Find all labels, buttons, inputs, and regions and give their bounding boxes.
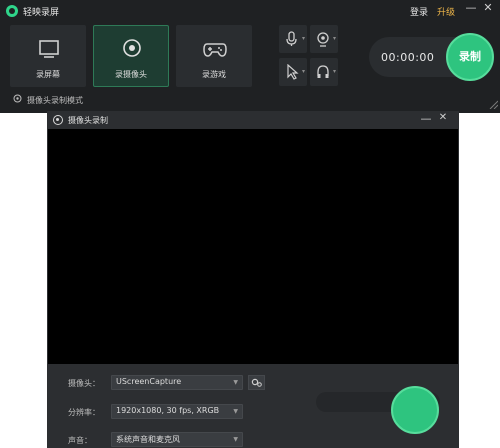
camera-preview [48,129,458,364]
resolution-select-value: 1920x1080, 30 fps, XRGB [116,406,220,415]
camera-select[interactable]: UScreenCapture ▼ [111,375,243,390]
camera-icon [317,32,329,47]
target-icon [13,94,22,103]
mode-record-game-button[interactable]: 录游戏 [176,25,252,87]
chevron-down-icon: ▼ [233,436,238,443]
monitor-icon [39,40,59,58]
camera-window-close-button[interactable]: ✕ [437,112,449,126]
microphone-icon [286,31,297,46]
sound-field-label: 声音： [68,436,92,445]
chevron-down-icon: ▾ [332,35,336,42]
record-timer: 00:00:00 [381,51,435,64]
mode-label: 录屏幕 [36,70,60,79]
cursor-icon [287,64,299,80]
gear-icon [251,378,262,387]
resolution-select[interactable]: 1920x1080, 30 fps, XRGB ▼ [111,404,243,419]
chevron-down-icon: ▾ [332,68,336,75]
camera-settings-button[interactable] [248,375,265,390]
sound-select[interactable]: 系统声音和麦克风 ▼ [111,432,243,447]
minimize-button[interactable]: — [464,1,478,19]
microphone-toggle[interactable]: ▾ [279,25,307,53]
camera-window-minimize-button[interactable]: — [420,112,432,126]
chevron-down-icon: ▾ [301,35,305,42]
camera-select-value: UScreenCapture [116,377,182,386]
close-button[interactable]: ✕ [481,1,495,19]
camera-field-label: 摄像头： [68,379,100,388]
chevron-down-icon: ▾ [301,68,305,75]
mode-record-screen-button[interactable]: 录屏幕 [10,25,86,87]
upgrade-link[interactable]: 升级 [437,5,455,18]
camera-toggle[interactable]: ▾ [310,25,338,53]
chevron-down-icon: ▼ [233,379,238,386]
resize-grip-icon[interactable] [488,99,498,109]
resolution-field-label: 分辨率： [68,408,100,417]
webcam-icon [123,39,141,57]
sound-select-value: 系统声音和麦克风 [116,435,180,444]
app-logo-icon [6,5,18,17]
headphones-icon [317,65,329,78]
mode-label: 录摄像头 [115,70,147,79]
mode-hint-text: 摄像头录制模式 [27,96,83,105]
login-link[interactable]: 登录 [410,5,428,18]
cursor-toggle[interactable]: ▾ [279,58,307,86]
gamepad-icon [203,43,227,57]
camera-window-logo-icon [53,115,63,125]
chevron-down-icon: ▼ [233,408,238,415]
app-title: 轻映录屏 [23,8,60,18]
mode-record-camera-button[interactable]: 录摄像头 [93,25,169,87]
camera-record-button[interactable] [391,386,439,434]
camera-window-title: 摄像头录制 [68,116,108,125]
record-button[interactable]: 录制 [446,33,494,81]
camera-window-titlebar[interactable] [47,111,459,129]
mode-label: 录游戏 [202,70,226,79]
audio-toggle[interactable]: ▾ [310,58,338,86]
